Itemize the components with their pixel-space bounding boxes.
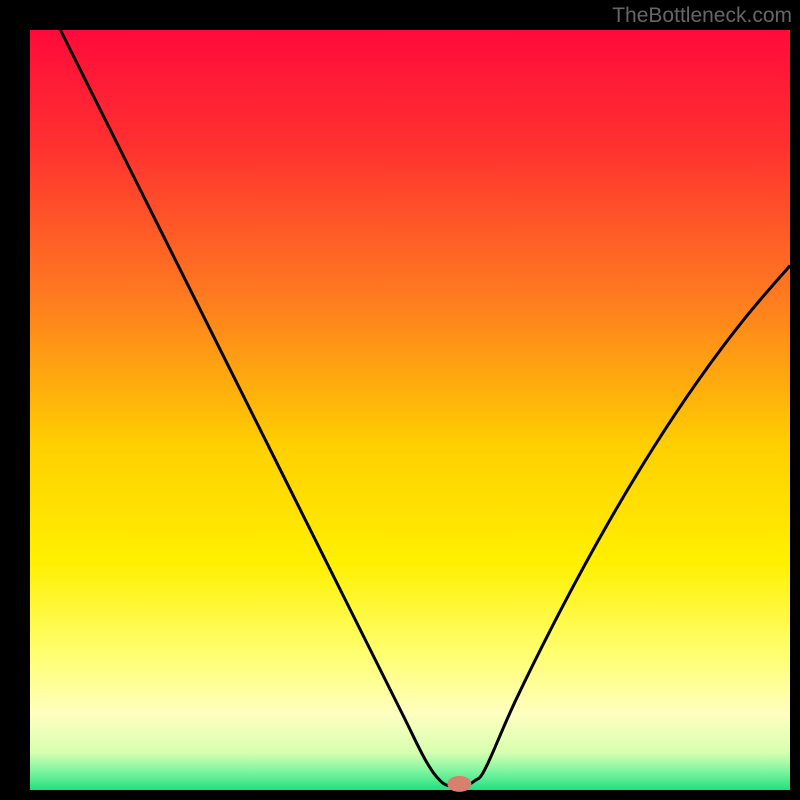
- watermark: TheBottleneck.com: [612, 4, 792, 28]
- plot-background: [30, 30, 790, 790]
- chart-container: [0, 0, 800, 800]
- chart-svg: [0, 0, 800, 800]
- optimal-marker: [447, 776, 471, 792]
